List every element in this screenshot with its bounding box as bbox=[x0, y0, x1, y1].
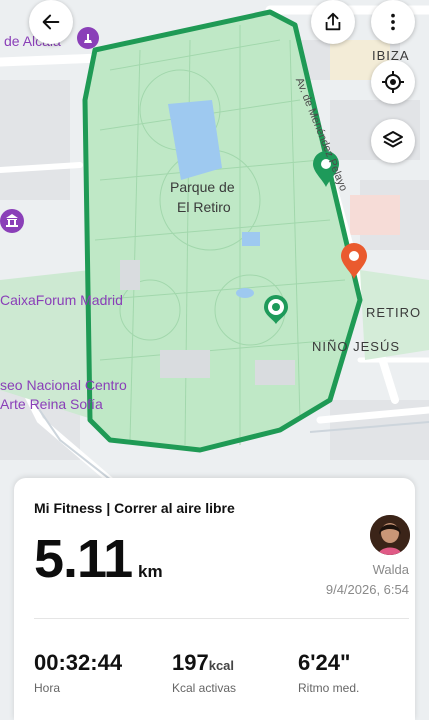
user-name: Walda bbox=[372, 562, 409, 577]
pace-label: Ritmo med. bbox=[298, 681, 360, 695]
calories-label: Kcal activas bbox=[172, 681, 237, 695]
distance-value: 5.11 bbox=[34, 529, 133, 589]
pace-value: 6'24" bbox=[298, 650, 350, 676]
avatar[interactable] bbox=[370, 515, 410, 555]
park-name-line1: Parque de bbox=[170, 179, 235, 195]
back-button[interactable] bbox=[29, 0, 73, 44]
locate-button[interactable] bbox=[371, 60, 415, 104]
locate-icon bbox=[382, 71, 404, 93]
museum-poi-icon[interactable] bbox=[0, 208, 26, 234]
calories-value: 197kcal bbox=[172, 650, 234, 676]
caixaforum-label: CaixaForum Madrid bbox=[0, 292, 123, 308]
retiro-label: RETIRO bbox=[366, 305, 422, 320]
more-vertical-icon bbox=[391, 13, 395, 31]
pace-number: 6'24" bbox=[298, 650, 351, 675]
monument-poi-icon[interactable] bbox=[76, 26, 100, 50]
user-photo-icon bbox=[370, 515, 410, 555]
calories-unit: kcal bbox=[208, 658, 235, 673]
layers-button[interactable] bbox=[371, 119, 415, 163]
park-landmark-icon[interactable] bbox=[262, 293, 290, 325]
activity-title: Mi Fitness | Correr al aire libre bbox=[34, 500, 235, 516]
activity-summary-card[interactable]: Mi Fitness | Correr al aire libre 5.11 k… bbox=[14, 478, 415, 720]
divider bbox=[34, 618, 409, 619]
more-options-button[interactable] bbox=[371, 0, 415, 44]
duration-number: 00:32:44 bbox=[34, 650, 123, 675]
layers-icon bbox=[383, 131, 403, 148]
museo-label-line2: Arte Reina Sofía bbox=[0, 396, 103, 412]
share-button[interactable] bbox=[311, 0, 355, 44]
calories-number: 197 bbox=[172, 650, 209, 675]
arrow-left-icon bbox=[42, 14, 60, 30]
distance-unit: km bbox=[138, 562, 163, 581]
park-name-line2: El Retiro bbox=[177, 199, 231, 215]
duration-label: Hora bbox=[34, 681, 61, 695]
duration-value: 00:32:44 bbox=[34, 650, 122, 676]
share-icon bbox=[325, 12, 341, 31]
museo-label-line1: seo Nacional Centro bbox=[0, 377, 127, 393]
map-view[interactable]: Parque de El Retiro de Alcalá IBIZA Av. … bbox=[0, 0, 429, 500]
end-pin-icon bbox=[341, 243, 367, 279]
nino-jesus-label: NIÑO JESÚS bbox=[312, 339, 401, 354]
activity-date: 9/4/2026, 6:54 bbox=[325, 582, 409, 597]
